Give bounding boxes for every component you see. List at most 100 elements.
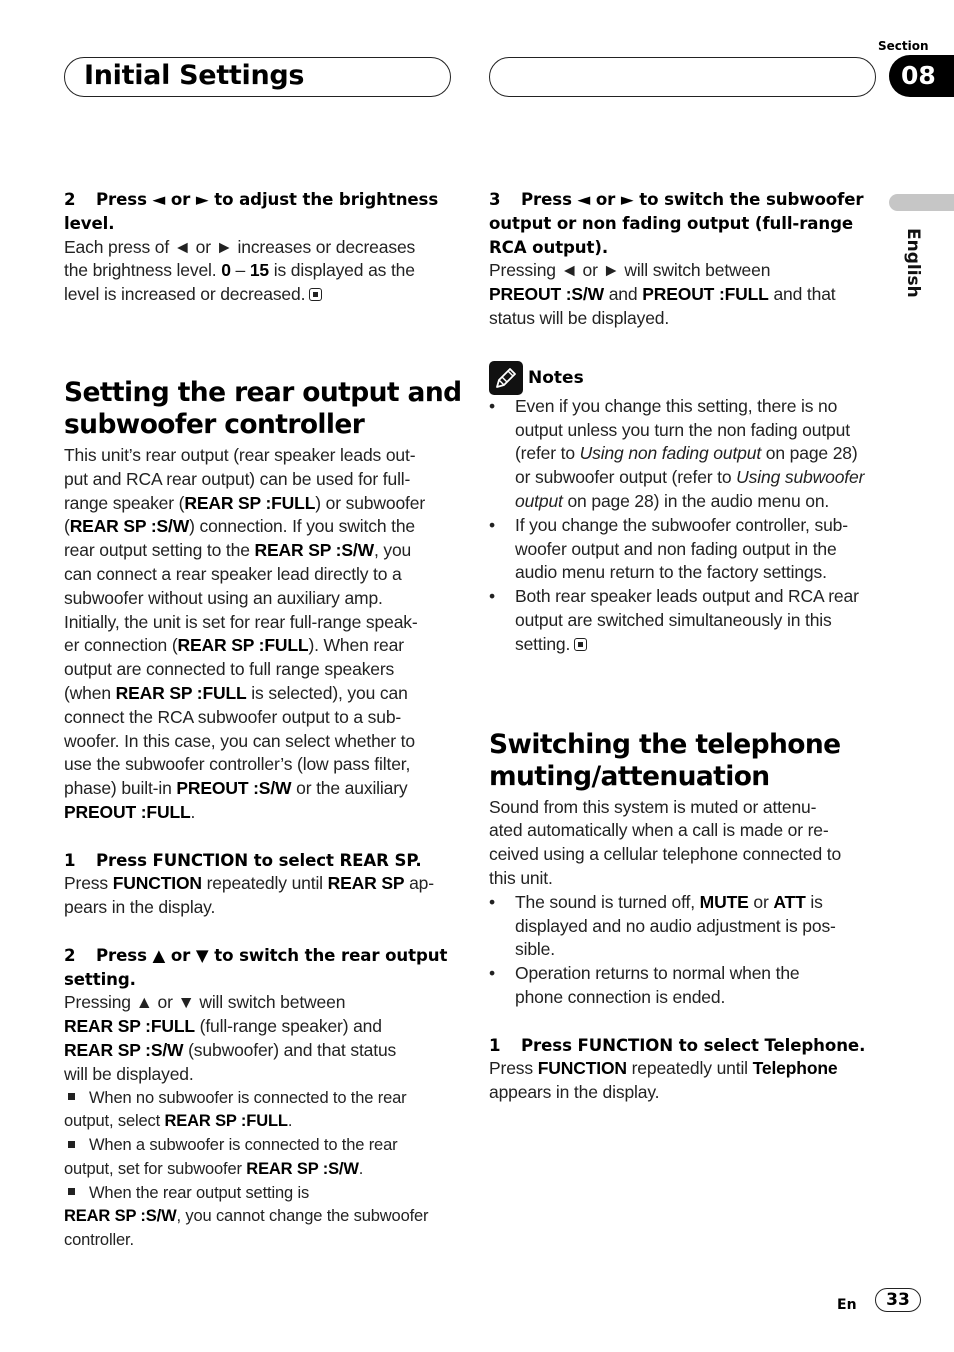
text-line: phone connection is ended. [515, 986, 884, 1010]
text-line: output are connected to full range speak… [64, 658, 459, 682]
text-run: output, set for subwoofer [64, 1159, 247, 1178]
bold-term: PREOUT :FULL [642, 284, 769, 305]
text-run: on page 28) in the audio menu on. [562, 490, 830, 511]
text-run: When a subwoofer is connected to the rea… [89, 1136, 398, 1155]
section-heading-rear-output: Setting the rear output and subwoofer con… [64, 376, 462, 441]
text-line: Operation returns to normal when the [515, 962, 884, 986]
text-run: repeatedly until [626, 1058, 753, 1079]
bold-term: REAR SP :S/W [246, 1159, 359, 1178]
right-column: 3 Press ◄ or ► to switch the subwoofer out… [489, 188, 884, 1105]
text-run: appears in the display. [489, 1082, 660, 1103]
bullet-item: • Both rear speaker leads output and RCA … [489, 585, 884, 656]
text-line: Even if you change this setting, there i… [515, 395, 884, 419]
step-body: Each press of ◄ or ► increases or decrea… [64, 236, 459, 307]
text-line: range speaker (REAR SP :FULL) or subwoof… [64, 492, 459, 516]
text-line: 1 Press FUNCTION to select Telephone. [489, 1034, 884, 1058]
text-run: Press ◄ or ► to adjust the brightness [96, 190, 439, 209]
text-run: pears in the display. [64, 897, 216, 918]
text-run: ) or subwoofer [315, 492, 426, 513]
text-run: audio menu return to the factory setting… [515, 562, 827, 583]
text-line: Press FUNCTION repeatedly until REAR SP … [64, 872, 459, 896]
text-run: and [604, 284, 643, 305]
text-line: level is increased or decreased. [64, 283, 459, 307]
text-line: setting. [64, 968, 459, 992]
text-run: . [190, 801, 196, 822]
text-line: This unit’s rear output (rear speaker le… [64, 444, 459, 468]
left-column: 2 Press ◄ or ► to adjust the brightness le… [64, 188, 462, 1254]
text-run: ). When rear [308, 635, 404, 656]
bold-term: 0 [221, 260, 231, 281]
text-run: Press ◄ or ► to switch the subwoofer [521, 190, 864, 209]
notes-list: • Even if you change this setting, there … [489, 395, 884, 657]
text-run: . [287, 1112, 293, 1131]
text-run: When the rear output setting is [89, 1183, 310, 1202]
square-notes: When no subwoofer is connected to the re… [64, 1087, 459, 1254]
text-run: Sound from this system is muted or atten… [489, 796, 817, 817]
text-line: phase) built-in PREOUT :S/W or the auxil… [64, 777, 459, 801]
text-run: setting. [64, 969, 136, 989]
text-line: REAR SP :S/W, you cannot change the subw… [64, 1205, 459, 1229]
text-run: Pressing ◄ or ► will switch between [489, 260, 771, 281]
text-run: level. [64, 213, 115, 233]
text-run: If you change the subwoofer controller, … [515, 514, 848, 535]
text-line: When a subwoofer is connected to the rea… [64, 1134, 459, 1158]
text-line: 3 Press ◄ or ► to switch the subwoofer [489, 188, 884, 212]
bullet-item: • Even if you change this setting, there … [489, 395, 884, 514]
text-line: displayed and no audio adjustment is pos… [515, 915, 884, 939]
text-line: this unit. [489, 867, 884, 891]
text-run: is displayed as the [269, 260, 415, 281]
step-select-telephone: 1 Press FUNCTION to select Telephone. Pre… [489, 1034, 884, 1105]
bold-term: REAR SP [327, 873, 405, 894]
bold-term: PREOUT :FULL [64, 801, 191, 822]
text-line: REAR SP :S/W (subwoofer) and that status [64, 1039, 459, 1063]
text-run: status will be displayed. [489, 307, 670, 328]
language-tab [889, 194, 954, 211]
bold-term: ATT [773, 891, 806, 912]
text-line: REAR SP :FULL (full-range speaker) and [64, 1015, 459, 1039]
end-mark-icon [574, 637, 588, 651]
section-label: Section [878, 39, 929, 53]
bold-term: REAR SP :S/W [69, 516, 190, 537]
text-line: Initially, the unit is set for rear full… [64, 611, 459, 635]
bold-term: REAR SP :S/W [64, 1207, 177, 1226]
step-body: Press FUNCTION repeatedly until REAR SP … [64, 872, 459, 920]
text-line: RCA output). [489, 236, 884, 260]
bullet-icon: • [489, 514, 495, 535]
text-run: phase) built-in [64, 778, 177, 799]
pencil-icon [489, 360, 523, 395]
text-line: Both rear speaker leads output and RCA r… [515, 585, 884, 609]
text-line: When the rear output setting is [64, 1182, 459, 1206]
cross-reference: Using non fading output [579, 443, 762, 464]
text-line: er connection (REAR SP :FULL). When rear [64, 634, 459, 658]
bold-term: FUNCTION [112, 873, 202, 894]
square-bullet-icon [68, 1140, 75, 1148]
text-run: (when [64, 682, 116, 703]
text-line: controller. [64, 1229, 459, 1253]
step-heading: 2 Press ◄ or ► to adjust the brightness le… [64, 188, 459, 236]
text-run: Press [64, 873, 113, 894]
text-line: connect the RCA subwoofer output to a su… [64, 706, 459, 730]
text-line: pears in the display. [64, 896, 459, 920]
text-line: rear output setting to the REAR SP :S/W,… [64, 539, 459, 563]
text-run: or the auxiliary [291, 778, 408, 799]
end-mark-icon [309, 288, 323, 302]
text-line: output unless you turn the non fading ou… [515, 419, 884, 443]
heading-line: Setting the rear output and [64, 376, 462, 408]
step-heading: 2 Press ▲ or ▼ to switch the rear output s… [64, 944, 459, 992]
text-line: setting. [515, 633, 884, 657]
text-line: Sound from this system is muted or atten… [489, 796, 884, 820]
square-bullet-icon [68, 1093, 75, 1101]
text-line: audio menu return to the factory setting… [515, 561, 884, 585]
text-run: Pressing ▲ or ▼ will switch between [64, 992, 346, 1013]
step-body: Pressing ▲ or ▼ will switch between REAR … [64, 991, 459, 1086]
text-run: When no subwoofer is connected to the re… [89, 1088, 407, 1107]
bold-term: MUTE [699, 891, 749, 912]
step-body: Pressing ◄ or ► will switch between PREOU… [489, 259, 884, 330]
step-heading: 1 Press FUNCTION to select REAR SP. [64, 849, 459, 873]
page-title: Initial Settings [84, 60, 305, 91]
text-run: or subwoofer output (refer to [515, 467, 737, 488]
text-line: 2 Press ▲ or ▼ to switch the rear output [64, 944, 459, 968]
text-run: output unless you turn the non fading ou… [515, 419, 850, 440]
text-line: Each press of ◄ or ► increases or decrea… [64, 236, 459, 260]
bold-term: FUNCTION [537, 1058, 627, 1079]
